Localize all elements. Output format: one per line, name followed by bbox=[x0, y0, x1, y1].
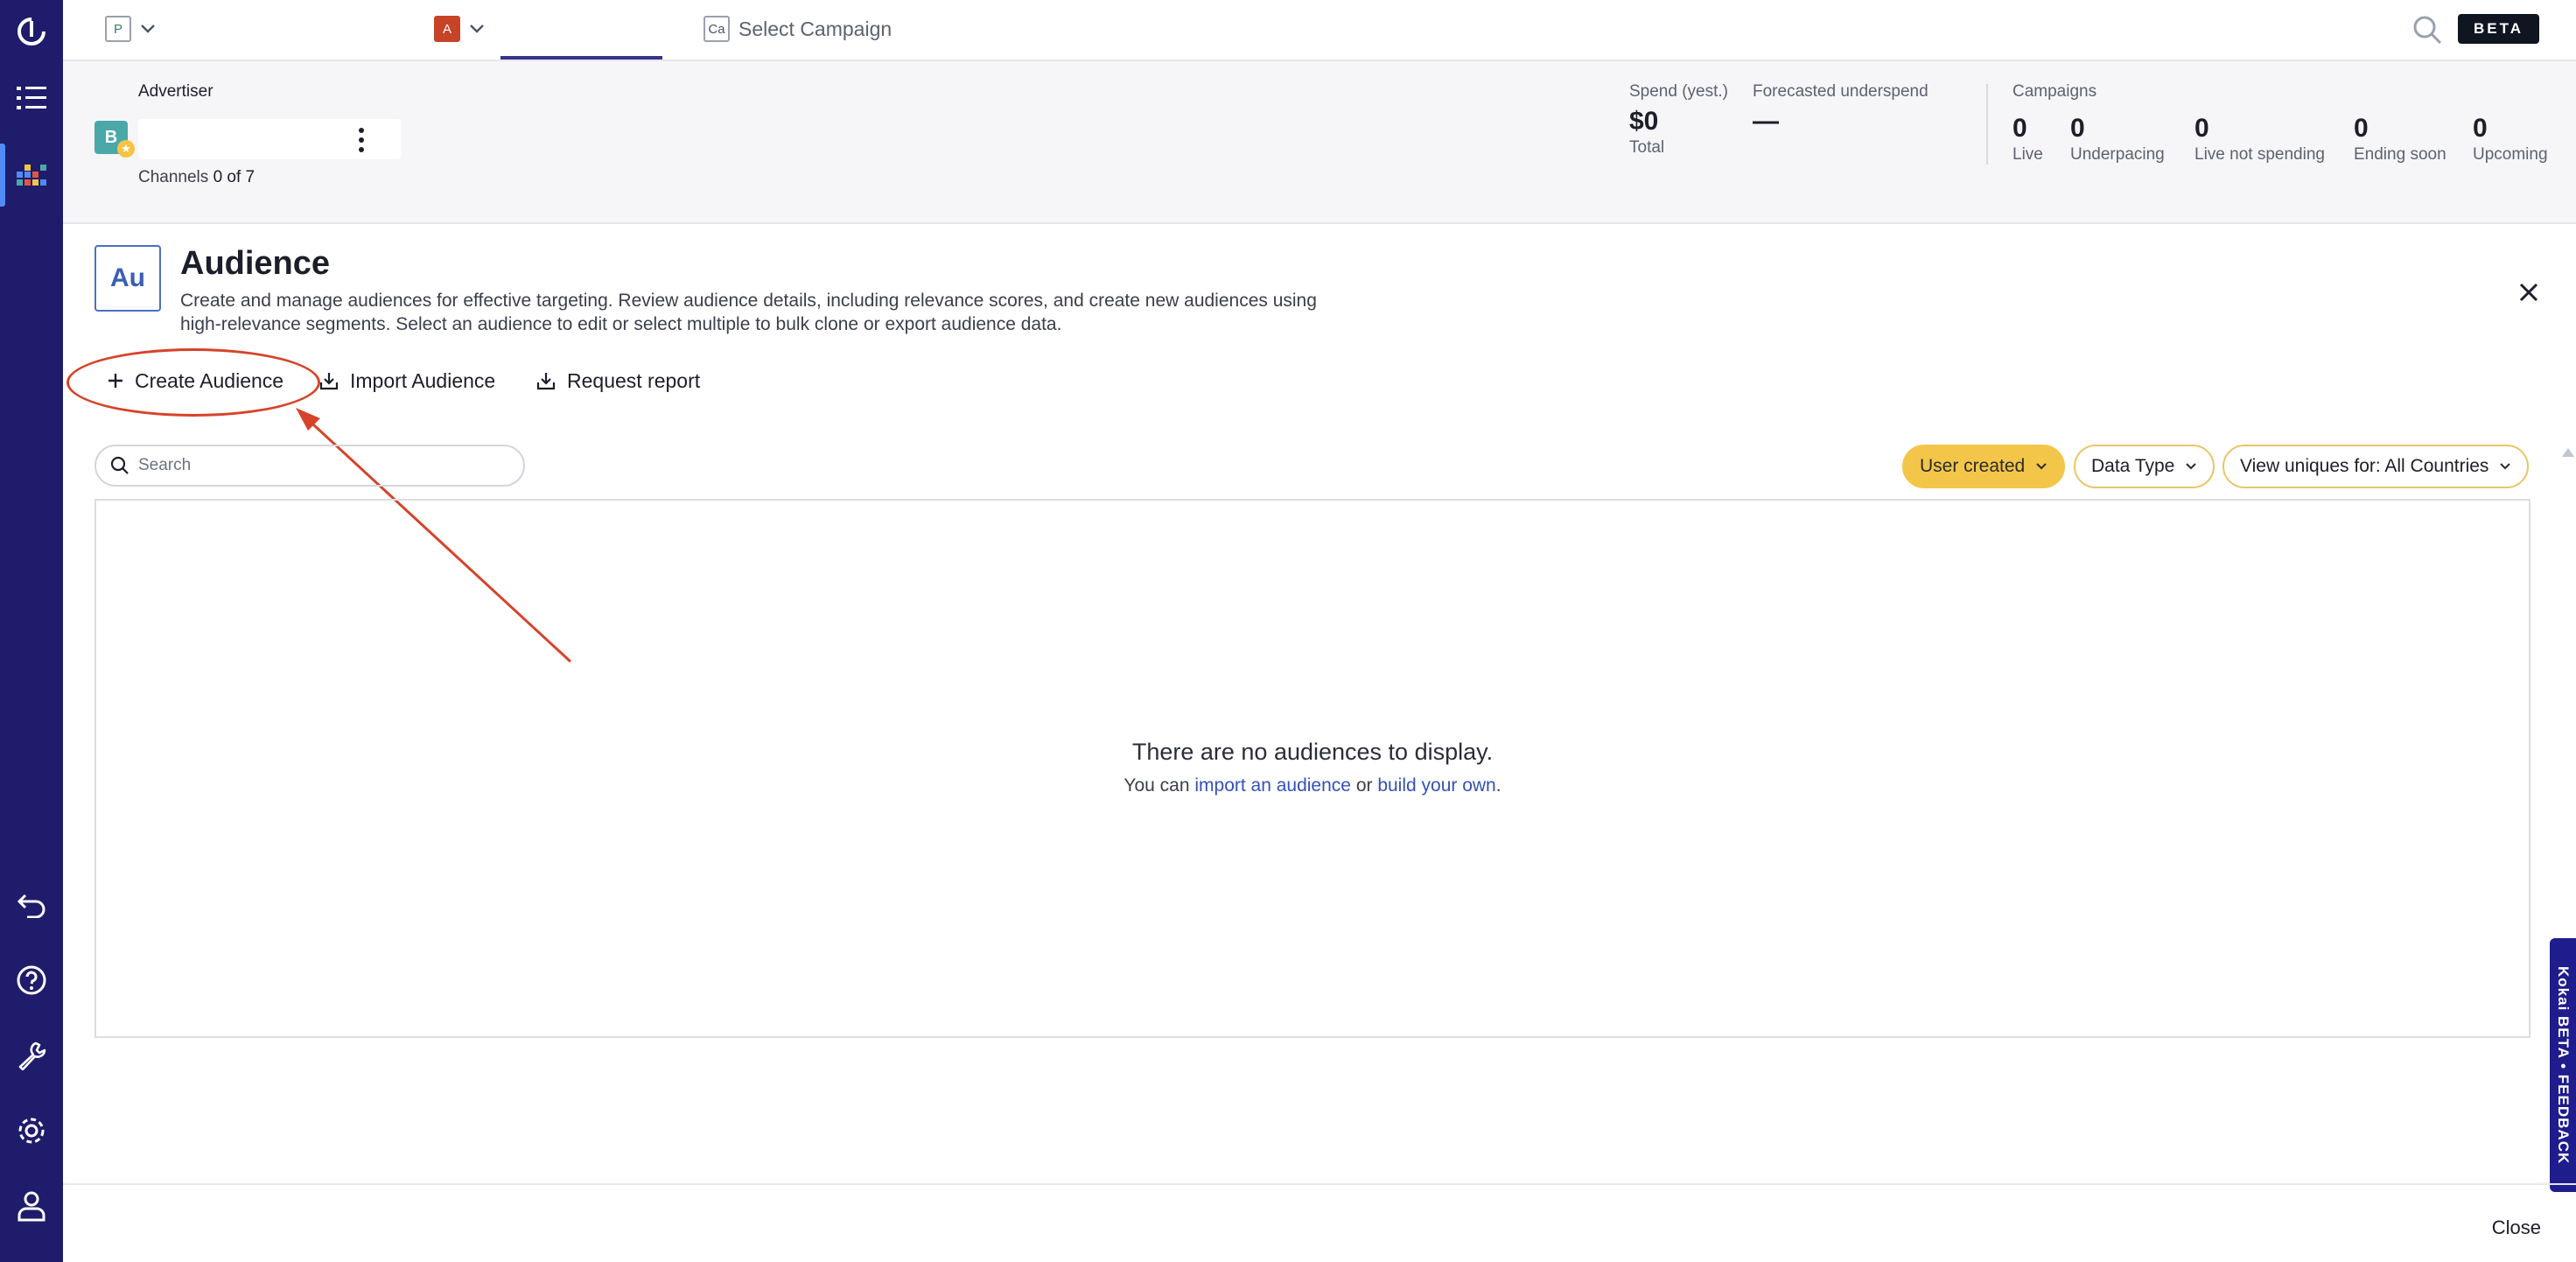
metric-forecast: Forecasted underspend — bbox=[1753, 82, 1928, 137]
channels-summary: Channels 0 of 7 bbox=[138, 168, 255, 187]
empty-state-prefix: You can bbox=[1124, 775, 1195, 796]
campaigns-live-not-spending-label: Live not spending bbox=[2194, 145, 2325, 164]
advertiser-badge: A bbox=[434, 16, 460, 42]
metric-spend: Spend (yest.) $0 Total bbox=[1629, 82, 1728, 158]
channels-label: Channels bbox=[138, 168, 209, 186]
empty-state-suffix: . bbox=[1495, 775, 1502, 796]
advertiser-selector[interactable]: A bbox=[434, 16, 485, 42]
forecast-label: Forecasted underspend bbox=[1753, 82, 1928, 101]
active-selector-underline bbox=[500, 56, 662, 60]
filter-user-created-label: User created bbox=[1920, 456, 2026, 476]
import-audience-label: Import Audience bbox=[350, 368, 496, 392]
chevron-down-icon bbox=[141, 25, 155, 33]
download-icon bbox=[319, 373, 339, 390]
channels-value: 0 of 7 bbox=[213, 168, 256, 186]
campaigns-live-not-spending[interactable]: 0 Live not spending bbox=[2194, 109, 2325, 165]
campaigns-underpacing-value: 0 bbox=[2070, 114, 2085, 143]
campaign-placeholder: Select Campaign bbox=[738, 17, 892, 40]
campaigns-live[interactable]: 0 Live bbox=[2012, 109, 2043, 165]
spend-label: Spend (yest.) bbox=[1629, 82, 1728, 101]
user-icon[interactable] bbox=[0, 1174, 63, 1237]
partner-badge: P bbox=[105, 16, 131, 42]
filter-data-type-label: Data Type bbox=[2091, 456, 2175, 476]
campaigns-group: Campaigns bbox=[2012, 82, 2096, 102]
global-search-icon[interactable] bbox=[2410, 12, 2445, 47]
audience-table-empty: There are no audiences to display. You c… bbox=[94, 499, 2530, 1038]
audience-search[interactable] bbox=[94, 445, 525, 487]
campaign-badge: Ca bbox=[704, 16, 730, 42]
gear-icon[interactable] bbox=[0, 1099, 63, 1162]
footer-close-button[interactable]: Close bbox=[2492, 1216, 2541, 1239]
campaign-selector[interactable]: Ca Select Campaign bbox=[704, 16, 892, 42]
spend-value: $0 bbox=[1629, 107, 1659, 136]
filter-user-created[interactable]: User created bbox=[1902, 445, 2066, 488]
panel-footer: Close bbox=[63, 1183, 2576, 1262]
undo-icon[interactable] bbox=[0, 873, 63, 936]
campaigns-ending-soon[interactable]: 0 Ending soon bbox=[2354, 109, 2446, 165]
help-icon[interactable] bbox=[0, 949, 63, 1012]
campaigns-ending-soon-value: 0 bbox=[2354, 114, 2369, 143]
import-audience-link[interactable]: import an audience bbox=[1194, 775, 1351, 796]
chevron-down-icon bbox=[2500, 463, 2511, 470]
campaigns-upcoming-label: Upcoming bbox=[2473, 145, 2548, 164]
close-panel-button[interactable] bbox=[2511, 275, 2546, 310]
filter-view-uniques[interactable]: View uniques for: All Countries bbox=[2222, 445, 2530, 488]
wrench-icon[interactable] bbox=[0, 1024, 63, 1087]
chevron-down-icon bbox=[470, 25, 484, 33]
build-your-own-link[interactable]: build your own bbox=[1377, 775, 1495, 796]
import-audience-button[interactable]: Import Audience bbox=[318, 366, 495, 396]
campaigns-live-value: 0 bbox=[2012, 114, 2027, 143]
campaigns-upcoming[interactable]: 0 Upcoming bbox=[2473, 109, 2548, 165]
annotation-ellipse bbox=[66, 348, 320, 417]
feedback-tab-label: Kokai BETA • FEEDBACK bbox=[2555, 965, 2572, 1165]
top-bar: P A Ca Select Campaign BETA bbox=[63, 0, 2576, 61]
request-report-button[interactable]: Request report bbox=[536, 366, 700, 396]
page-title: Audience bbox=[180, 245, 331, 282]
star-icon: ★ bbox=[117, 140, 135, 158]
beta-badge[interactable]: BETA bbox=[2457, 14, 2539, 44]
campaigns-underpacing-label: Underpacing bbox=[2070, 145, 2165, 164]
kebab-menu-icon[interactable] bbox=[348, 123, 374, 158]
campaigns-live-not-spending-value: 0 bbox=[2194, 114, 2209, 143]
spend-sub: Total bbox=[1629, 138, 1665, 157]
filter-view-uniques-label: View uniques for: All Countries bbox=[2240, 456, 2489, 476]
forecast-value: — bbox=[1753, 107, 1779, 136]
chevron-down-icon bbox=[2036, 463, 2047, 470]
close-icon bbox=[2519, 283, 2538, 302]
page-description: Create and manage audiences for effectiv… bbox=[180, 291, 1317, 334]
dashboard-grid-icon[interactable] bbox=[0, 144, 63, 207]
filter-data-type[interactable]: Data Type bbox=[2074, 445, 2216, 488]
campaigns-underpacing[interactable]: 0 Underpacing bbox=[2070, 109, 2165, 165]
search-input[interactable] bbox=[138, 456, 488, 475]
advertiser-header: Advertiser B ★ Channels 0 of 7 Spend (ye… bbox=[63, 61, 2576, 224]
campaigns-upcoming-value: 0 bbox=[2473, 114, 2488, 143]
left-nav-rail bbox=[0, 0, 63, 1262]
feedback-tab[interactable]: Kokai BETA • FEEDBACK bbox=[2550, 938, 2576, 1192]
empty-state-message: You can import an audience or build your… bbox=[96, 775, 2529, 796]
list-icon[interactable] bbox=[0, 67, 63, 130]
chevron-down-icon bbox=[2186, 463, 2197, 470]
partner-selector[interactable]: P bbox=[105, 16, 156, 42]
search-icon bbox=[110, 456, 129, 474]
scroll-up-arrow-icon[interactable] bbox=[2560, 445, 2576, 462]
empty-state-middle: or bbox=[1350, 775, 1378, 796]
campaigns-label: Campaigns bbox=[2012, 82, 2097, 101]
audience-badge: Au bbox=[94, 245, 161, 312]
kokai-logo-icon[interactable] bbox=[0, 0, 63, 63]
advertiser-section-label: Advertiser bbox=[138, 82, 214, 101]
request-report-label: Request report bbox=[567, 368, 701, 392]
campaigns-ending-soon-label: Ending soon bbox=[2354, 145, 2446, 164]
metrics-divider bbox=[1986, 84, 1988, 165]
empty-state-title: There are no audiences to display. bbox=[1131, 739, 1494, 765]
campaigns-live-label: Live bbox=[2012, 145, 2043, 164]
download-icon bbox=[536, 373, 556, 390]
